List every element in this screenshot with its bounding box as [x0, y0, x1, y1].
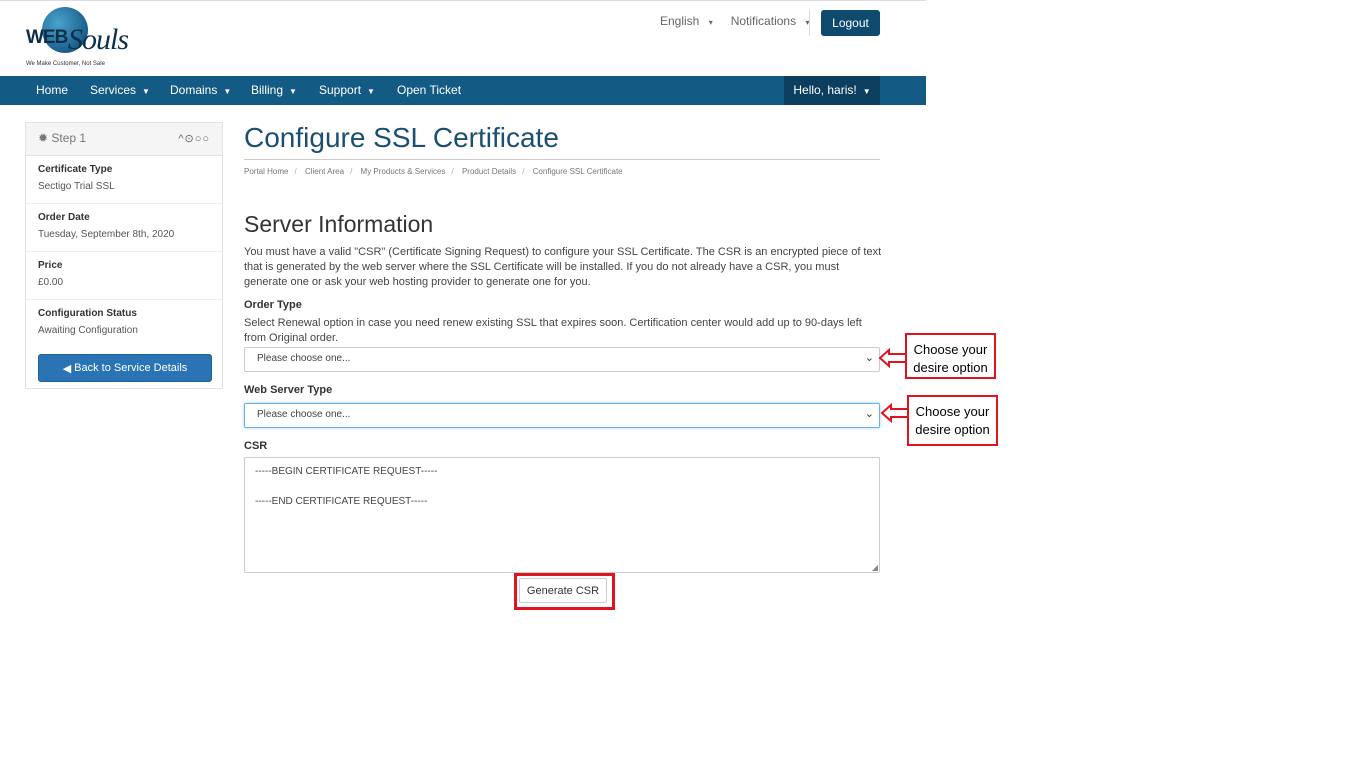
language-label: English: [660, 14, 700, 28]
csr-end-line: -----END CERTIFICATE REQUEST-----: [255, 496, 428, 507]
resize-handle-icon[interactable]: ◢: [872, 563, 878, 572]
main-nav: Home Services ▼ Domains ▼ Billing ▼ Support…: [0, 76, 926, 105]
nav-item-open-ticket[interactable]: Open Ticket: [397, 76, 461, 105]
breadcrumb-current: Configure SSL Certificate: [532, 167, 623, 176]
nav-item-label: Support: [319, 83, 362, 97]
sidebar-field-configuration-status: Configuration Status Awaiting Configurat…: [26, 300, 222, 347]
gear-icon: ✹: [38, 131, 49, 145]
nav-item-label: Home: [36, 83, 69, 97]
field-label: Configuration Status: [38, 308, 137, 319]
order-type-label: Order Type: [244, 299, 302, 311]
generate-csr-button[interactable]: Generate CSR: [519, 578, 607, 603]
web-server-type-label: Web Server Type: [244, 384, 333, 396]
annotation-arrow-2: [880, 402, 909, 424]
field-label: Price: [38, 260, 63, 271]
annotation-arrow-1: [878, 347, 907, 369]
caret-down-icon: ▼: [367, 87, 375, 96]
header-divider: [809, 10, 810, 36]
language-menu[interactable]: English ▾: [660, 14, 713, 28]
nav-item-support[interactable]: Support ▼: [319, 76, 375, 105]
caret-down-icon: ▼: [862, 87, 871, 96]
breadcrumb-my-products[interactable]: My Products & Services: [361, 167, 446, 176]
annotation-callout-1: Choose your desire option: [905, 333, 996, 379]
step-progress-indicator: ^⊙○○: [178, 133, 210, 145]
chevron-down-icon: ⌄: [864, 352, 874, 364]
title-divider: [244, 159, 880, 160]
logo-tagline: We Make Customer, Not Sale: [26, 61, 105, 67]
nav-item-domains[interactable]: Domains ▼: [170, 76, 231, 105]
sidebar-field-order-date: Order Date Tuesday, September 8th, 2020: [26, 204, 222, 252]
top-links: English ▾ Notifications ▾: [660, 14, 809, 28]
logo-text-souls: Souls: [68, 23, 129, 56]
logo-text-web: WEB: [26, 27, 68, 48]
logout-button[interactable]: Logout: [821, 10, 880, 36]
breadcrumb-portal-home[interactable]: Portal Home: [244, 167, 288, 176]
field-value: Sectigo Trial SSL: [38, 181, 115, 192]
chevron-down-icon: ⌄: [864, 408, 874, 420]
csr-textarea[interactable]: -----BEGIN CERTIFICATE REQUEST----- ----…: [244, 457, 880, 573]
arrow-left-circle-icon: ◀: [62, 362, 72, 375]
field-label: Certificate Type: [38, 164, 113, 175]
caret-down-icon: ▼: [289, 87, 297, 96]
nav-item-home[interactable]: Home: [36, 76, 68, 105]
breadcrumb: Portal Home / Client Area / My Products & …: [244, 167, 623, 176]
page-title: Configure SSL Certificate: [244, 122, 559, 153]
order-type-select[interactable]: Please choose one... ⌄: [244, 347, 880, 372]
section-title: Server Information: [244, 211, 434, 237]
caret-down-icon: ▾: [708, 18, 713, 27]
breadcrumb-product-details[interactable]: Product Details: [462, 167, 516, 176]
field-value: Tuesday, September 8th, 2020: [38, 229, 175, 240]
sidebar-field-certificate-type: Certificate Type Sectigo Trial SSL: [26, 156, 222, 204]
nav-item-billing[interactable]: Billing ▼: [251, 76, 297, 105]
user-menu[interactable]: Hello, haris! ▼: [784, 76, 880, 105]
section-description: You must have a valid "CSR" (Certificate…: [244, 246, 882, 288]
sidebar-header: ✹ Step 1 ^⊙○○: [26, 123, 222, 156]
nav-item-label: Domains: [170, 83, 218, 97]
notifications-label: Notifications: [730, 14, 797, 28]
back-button-label: Back to Service Details: [74, 362, 188, 374]
nav-item-label: Open Ticket: [397, 83, 462, 97]
step-title: ✹ Step 1: [38, 131, 86, 145]
field-value: £0.00: [38, 277, 64, 288]
nav-item-label: Services: [90, 83, 137, 97]
csr-label: CSR: [244, 440, 268, 452]
annotation-callout-2: Choose your desire option: [907, 395, 998, 446]
csr-begin-line: -----BEGIN CERTIFICATE REQUEST-----: [255, 466, 438, 477]
notifications-menu[interactable]: Notifications ▾: [731, 14, 810, 28]
nav-item-label: Billing: [251, 83, 284, 97]
websouls-logo[interactable]: WEB Souls We Make Customer, Not Sale: [24, 7, 134, 71]
user-greeting: Hello, haris!: [793, 83, 857, 97]
web-server-type-selected: Please choose one...: [257, 409, 351, 420]
back-to-service-details-button[interactable]: ◀ Back to Service Details: [38, 354, 212, 382]
sidebar-field-price: Price £0.00: [26, 252, 222, 300]
order-type-help: Select Renewal option in case you need r…: [244, 317, 862, 344]
order-type-selected: Please choose one...: [257, 353, 351, 364]
breadcrumb-client-area[interactable]: Client Area: [305, 167, 344, 176]
field-label: Order Date: [38, 212, 90, 223]
web-server-type-select[interactable]: Please choose one... ⌄: [244, 403, 880, 428]
step-label: Step 1: [51, 131, 87, 145]
page: WEB Souls We Make Customer, Not Sale Eng…: [0, 0, 926, 769]
caret-down-icon: ▼: [223, 87, 232, 96]
sidebar-panel: ✹ Step 1 ^⊙○○ Certificate Type Sectigo T…: [25, 122, 223, 389]
caret-down-icon: ▼: [142, 87, 150, 96]
field-value: Awaiting Configuration: [38, 325, 138, 336]
nav-item-services[interactable]: Services ▼: [90, 76, 150, 105]
